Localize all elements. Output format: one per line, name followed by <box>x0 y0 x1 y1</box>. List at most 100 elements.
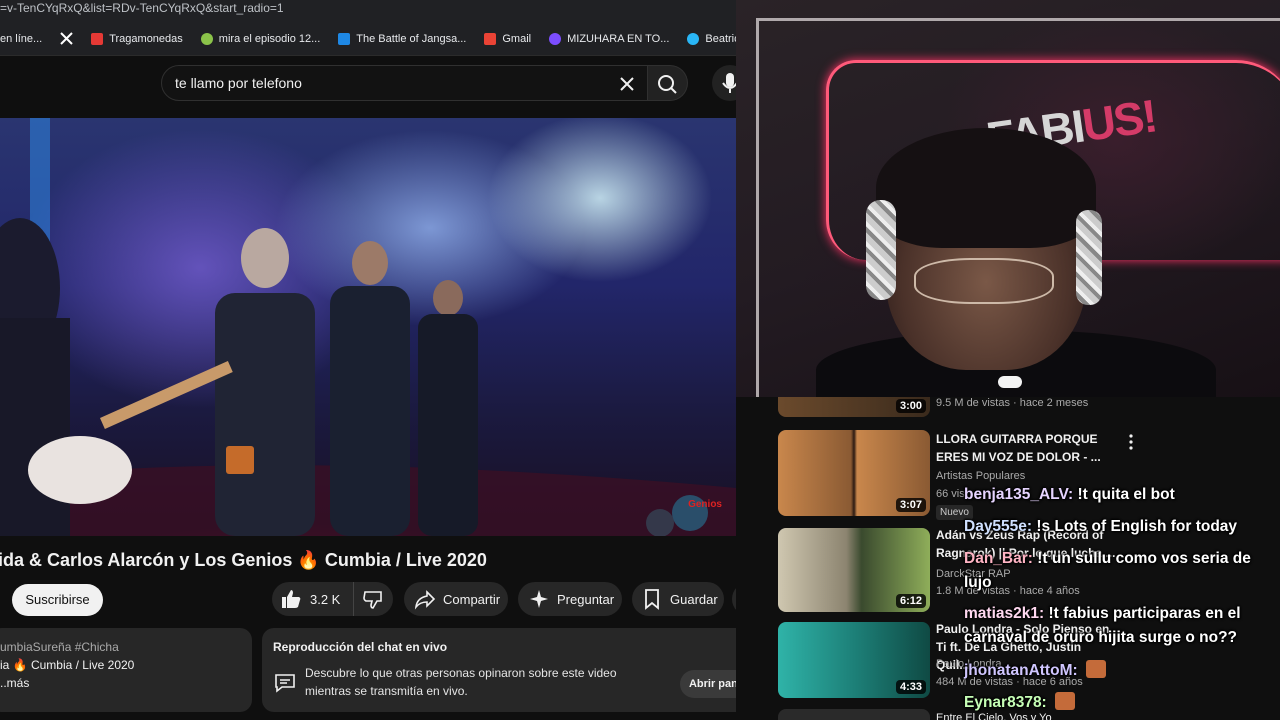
bookmark-label: en líne... <box>0 32 43 45</box>
video-duration: 6:12 <box>895 594 926 608</box>
chat-text: !t quita el bot <box>1077 486 1175 503</box>
bookmark-mizuhara[interactable]: MIZUHARA EN TO... <box>549 32 670 45</box>
bookmark-label: Tragamonedas <box>109 32 183 45</box>
live-chat-description-line: Descubre lo que otras personas opinaron … <box>305 666 617 680</box>
gmail-icon <box>484 32 497 45</box>
save-button[interactable]: Guardar <box>632 582 724 616</box>
share-label: Compartir <box>443 591 501 607</box>
emote-icon <box>1085 660 1106 678</box>
chat-message: benja135_ALV: !t quita el bot <box>964 486 1175 504</box>
rec-meta: 66 vis <box>936 488 965 500</box>
screen: =v-TenCYqRxQ&list=RDv-TenCYqRxQ&start_ra… <box>0 0 1280 720</box>
bookmark-x[interactable] <box>60 32 73 45</box>
url-text: =v-TenCYqRxQ&list=RDv-TenCYqRxQ&start_ra… <box>0 1 284 15</box>
webcam-overlay: FABIUS! <box>736 0 1280 397</box>
streamer-hair <box>876 128 1096 248</box>
emote-sticker <box>226 446 254 474</box>
rec-channel: Artistas Populares <box>936 470 1026 482</box>
x-icon <box>60 32 73 45</box>
chat-bubble-icon <box>275 674 295 693</box>
rec-thumbnail[interactable]: 4:33 <box>778 622 930 698</box>
chat-message: Eynar8378: <box>964 692 1076 712</box>
share-button[interactable]: Compartir <box>404 582 508 616</box>
description-box[interactable]: umbiaSureña #Chicha ia 🔥 Cumbia / Live 2… <box>0 628 252 712</box>
bookmarks-bar: en líne... Tragamonedas mira el episodio… <box>0 22 736 56</box>
bookmark-tragamonedas[interactable]: Tragamonedas <box>91 32 183 45</box>
ask-button[interactable]: Preguntar <box>518 582 622 616</box>
video-duration: 4:33 <box>895 680 926 694</box>
bookmark-label: Gmail <box>502 32 532 45</box>
ask-label: Preguntar <box>557 591 615 607</box>
chat-message: Dan_Bar: !t un sullu como vos seria de <box>964 550 1251 568</box>
youtube-header: te llamo por telefono <box>0 56 748 118</box>
bookmark-icon <box>645 589 659 610</box>
chat-message-continued: carnaval de oruro hijita surge o no?? <box>964 629 1238 646</box>
chat-username: benja135_ALV: <box>964 486 1074 503</box>
more-vertical-icon[interactable] <box>1126 433 1136 451</box>
search-query: te llamo por telefono <box>175 75 302 91</box>
video-watermark: Genios <box>688 499 722 510</box>
bookmark-label: The Battle of Jangsa... <box>356 32 467 45</box>
bookmark-favicon-icon <box>338 32 351 45</box>
chat-message: jhonatanAttoM: <box>964 660 1106 680</box>
heart-icon <box>549 32 562 45</box>
thumbs-up-icon <box>282 590 301 608</box>
video-duration: 3:00 <box>895 399 926 413</box>
chat-username: matias2k1: <box>964 605 1045 622</box>
chat-text: !t fabius participaras en el <box>1048 605 1241 622</box>
rec-thumbnail[interactable]: 6:12 <box>778 528 930 612</box>
chat-message: matias2k1: !t fabius participaras en el <box>964 605 1241 623</box>
chat-message-continued: lujo <box>964 574 992 591</box>
chat-username: jhonatanAttoM: <box>964 662 1078 679</box>
save-label: Guardar <box>670 591 718 607</box>
like-dislike-group: 3.2 K <box>272 582 393 616</box>
bookmark-1[interactable]: en líne... <box>0 33 42 45</box>
bookmark-gmail[interactable]: Gmail <box>484 32 532 45</box>
video-frame <box>0 118 736 536</box>
search-icon <box>658 75 677 94</box>
bookmark-beatrice[interactable]: Beatrice-R <box>687 32 736 45</box>
streamer-glasses <box>914 258 1054 304</box>
clear-search-icon[interactable] <box>615 72 639 96</box>
description-hashtags: umbiaSureña #Chicha <box>0 640 119 654</box>
rec-thumbnail[interactable]: 3:07 <box>778 430 930 516</box>
live-chat-title: Reproducción del chat en vivo <box>273 640 448 654</box>
chat-message: Day555e: !s Lots of English for today <box>964 518 1237 536</box>
rec-title-line: ERES MI VOZ DE DOLOR - ... <box>936 450 1101 464</box>
chat-text: !t un sullu como vos seria de <box>1037 550 1251 567</box>
share-icon <box>414 590 436 610</box>
bookmark-favicon-icon <box>200 32 213 45</box>
address-bar[interactable]: =v-TenCYqRxQ&list=RDv-TenCYqRxQ&start_ra… <box>0 0 736 22</box>
emote-icon <box>1055 692 1076 710</box>
headset-mic <box>998 376 1022 388</box>
chat-username: Eynar8378: <box>964 694 1047 711</box>
rec-meta: 9.5 M de vistas · hace 2 meses <box>936 397 1089 409</box>
chat-username: Day555e: <box>964 518 1033 535</box>
wall-logo-part: US! <box>1079 89 1159 152</box>
bookmark-battle[interactable]: The Battle of Jangsa... <box>338 32 467 45</box>
dislike-button[interactable] <box>354 582 392 616</box>
live-chat-description: Descubre lo que otras personas opinaron … <box>305 664 645 700</box>
rec-thumbnail[interactable]: 3:00 <box>778 397 930 417</box>
chat-text: !s Lots of English for today <box>1036 518 1238 535</box>
telegram-icon <box>687 32 700 45</box>
search-button[interactable] <box>648 65 688 101</box>
bookmark-episodio[interactable]: mira el episodio 12... <box>200 32 320 45</box>
like-count: 3.2 K <box>310 591 341 607</box>
description-line: ia 🔥 Cumbia / Live 2020 <box>0 658 135 672</box>
bookmark-label: Beatrice-R <box>705 32 736 45</box>
description-more-link[interactable]: ..más <box>0 674 252 692</box>
rec-title[interactable]: LLORA GUITARRA PORQUE ERES MI VOZ DE DOL… <box>936 430 1116 466</box>
search-input[interactable]: te llamo por telefono <box>161 65 648 101</box>
sparkle-icon <box>530 590 548 608</box>
bookmark-favicon-icon <box>91 32 104 45</box>
rec-title-line: LLORA GUITARRA PORQUE <box>936 432 1098 446</box>
thumbs-down-icon <box>363 591 382 609</box>
bookmark-label: MIZUHARA EN TO... <box>567 32 670 45</box>
headset-left <box>866 200 896 300</box>
like-button[interactable]: 3.2 K <box>272 582 354 616</box>
video-player[interactable]: Genios <box>0 118 736 536</box>
subscribe-button[interactable]: Suscribirse <box>12 584 103 616</box>
rec-thumbnail[interactable] <box>778 709 930 720</box>
video-title: ida & Carlos Alarcón y Los Genios 🔥 Cumb… <box>0 550 487 570</box>
